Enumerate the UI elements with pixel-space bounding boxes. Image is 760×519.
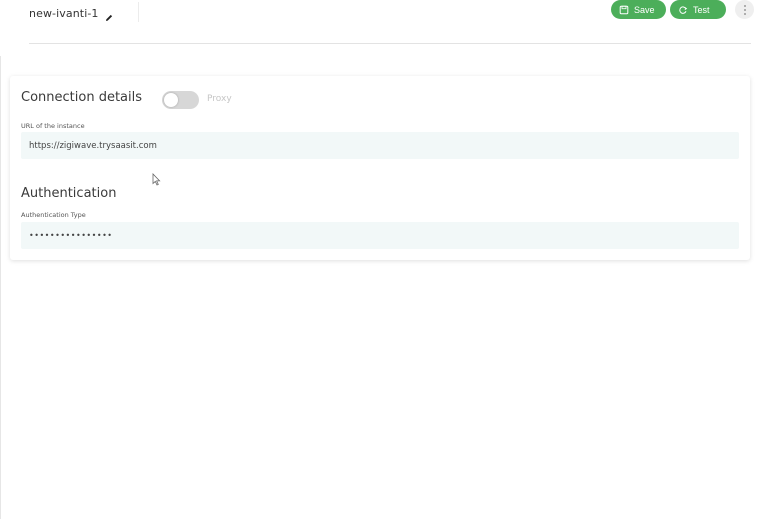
proxy-toggle[interactable] xyxy=(162,91,199,109)
proxy-label: Proxy xyxy=(207,94,232,104)
vertical-dots-icon[interactable] xyxy=(735,0,754,19)
refresh-icon xyxy=(679,5,688,14)
mouse-cursor-icon xyxy=(152,173,161,186)
auth-type-label: Authentication Type xyxy=(21,211,86,219)
left-border xyxy=(0,0,1,519)
save-button[interactable]: Save xyxy=(611,0,666,19)
toggle-knob xyxy=(164,93,178,107)
connection-card: Connection details Proxy URL of the inst… xyxy=(10,76,750,260)
test-button-label: Test xyxy=(693,4,710,15)
save-button-label: Save xyxy=(634,4,655,15)
header-divider xyxy=(29,43,751,44)
url-field-label: URL of the instance xyxy=(21,122,85,130)
authentication-title: Authentication xyxy=(21,186,117,201)
test-button[interactable]: Test xyxy=(670,0,726,19)
save-icon xyxy=(619,5,629,14)
url-input[interactable]: https://zigiwave.trysaasit.com xyxy=(21,132,739,159)
connection-name: new-ivanti-1 xyxy=(29,7,99,20)
header-separator xyxy=(138,2,139,22)
header-bar: new-ivanti-1 Save Test xyxy=(0,0,760,56)
connection-details-title: Connection details xyxy=(21,90,142,105)
auth-type-input[interactable]: •••••••••••••••• xyxy=(21,222,739,249)
pencil-icon[interactable] xyxy=(104,8,114,21)
